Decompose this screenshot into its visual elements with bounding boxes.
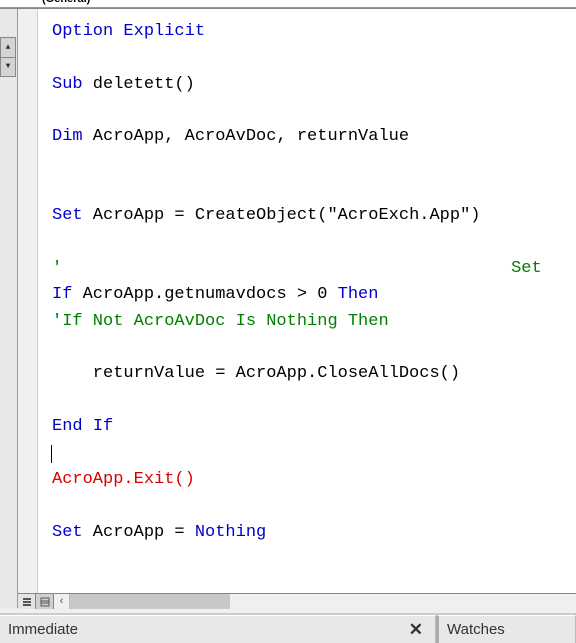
split-down-icon[interactable]: ▼ bbox=[1, 58, 15, 77]
watches-label: Watches bbox=[447, 621, 505, 638]
procedure-view-button[interactable] bbox=[18, 594, 36, 609]
procedure-view-icon bbox=[22, 597, 32, 607]
code-token: Nothing bbox=[195, 523, 266, 542]
left-gutter: ▲ ▼ bbox=[0, 9, 18, 608]
editor-bottom-strip: ‹ bbox=[18, 593, 576, 609]
bottom-panels: Immediate ✕ Watches bbox=[0, 613, 576, 643]
code-text-area[interactable]: Option Explicit Sub deletett() Dim AcroA… bbox=[38, 9, 576, 608]
code-token: If bbox=[93, 417, 113, 436]
watches-panel-tab[interactable]: Watches bbox=[436, 615, 576, 643]
code-token: Set bbox=[52, 523, 83, 542]
code-token: AcroApp, AcroAvDoc, returnValue bbox=[83, 127, 409, 146]
code-token: AcroApp.Exit() bbox=[52, 470, 195, 489]
code-token: Dim bbox=[52, 127, 83, 146]
code-token: AcroApp = CreateObject("AcroExch.App") bbox=[83, 206, 481, 225]
full-module-view-button[interactable] bbox=[36, 594, 54, 609]
split-toggle[interactable]: ▲ ▼ bbox=[0, 37, 16, 77]
full-module-view-icon bbox=[40, 597, 50, 607]
code-token: Explicit bbox=[113, 22, 205, 41]
code-token: 'If Not AcroAvDoc Is Nothing Then bbox=[52, 312, 389, 331]
margin-indicator-bar bbox=[18, 9, 38, 608]
object-procedure-bar: (General) bbox=[0, 0, 576, 8]
scroll-thumb[interactable] bbox=[70, 594, 230, 609]
code-token: Option bbox=[52, 22, 113, 41]
split-up-icon[interactable]: ▲ bbox=[1, 38, 15, 58]
code-editor-container: ▲ ▼ Option Explicit Sub deletett() Dim A… bbox=[0, 8, 576, 608]
close-icon[interactable]: ✕ bbox=[405, 620, 427, 640]
code-token: AcroApp = bbox=[83, 523, 195, 542]
immediate-label: Immediate bbox=[8, 621, 78, 638]
code-token: Then bbox=[338, 285, 379, 304]
code-token: deletett() bbox=[83, 75, 195, 94]
code-token: ' Set bbox=[52, 259, 542, 278]
immediate-panel-tab[interactable]: Immediate ✕ bbox=[0, 615, 436, 643]
code-token: returnValue = AcroApp.CloseAllDocs() bbox=[52, 364, 460, 383]
code-token: Sub bbox=[52, 75, 83, 94]
object-dropdown-label[interactable]: (General) bbox=[42, 0, 90, 5]
horizontal-scrollbar[interactable]: ‹ bbox=[54, 594, 576, 609]
code-token bbox=[83, 417, 93, 436]
text-cursor bbox=[51, 445, 52, 463]
code-token: AcroApp.getnumavdocs > 0 bbox=[72, 285, 337, 304]
code-token: If bbox=[52, 285, 72, 304]
code-token: Set bbox=[52, 206, 83, 225]
scroll-left-button[interactable]: ‹ bbox=[54, 594, 70, 609]
code-token: End bbox=[52, 417, 83, 436]
